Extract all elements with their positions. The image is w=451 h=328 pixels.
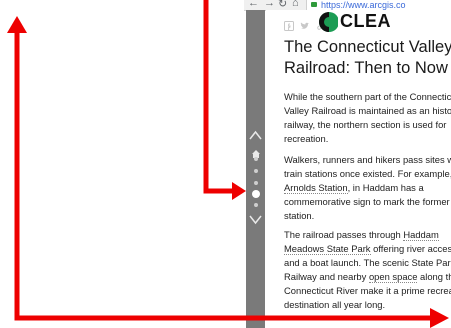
logo-mark-icon xyxy=(319,12,338,32)
address-bar-url: https://www.arcgis.co xyxy=(321,0,406,10)
lock-icon xyxy=(311,2,317,7)
arnolds-station-link[interactable]: Arnolds Station xyxy=(284,182,348,194)
nav-dot[interactable] xyxy=(254,181,258,185)
chevron-up-icon[interactable] xyxy=(249,128,262,142)
open-space-link[interactable]: open space xyxy=(368,271,418,283)
nav-dot-active[interactable] xyxy=(252,190,260,198)
twitter-icon[interactable] xyxy=(300,18,310,29)
arrowhead-up xyxy=(7,16,27,33)
page-title: The Connecticut Valley Railroad: Then to… xyxy=(284,38,451,77)
reload-icon[interactable]: ↻ xyxy=(278,0,287,10)
logo-text: CLEA xyxy=(340,11,391,31)
paragraph-3: The railroad passes through Haddam Meado… xyxy=(284,229,451,310)
brand-logo: CLEA xyxy=(318,10,451,36)
back-icon[interactable]: ← xyxy=(248,0,259,9)
annotation-arrow-to-nav-dot xyxy=(203,0,239,194)
home-icon[interactable]: ⌂ xyxy=(292,0,299,9)
home-icon[interactable] xyxy=(252,145,260,158)
haddam-meadows-link-cont[interactable]: Meadows State Park xyxy=(284,243,371,255)
paragraph-1: While the southern part of the Connectic… xyxy=(284,91,451,144)
story-panel: CLEA The Connecticut Valley Railroad: Th… xyxy=(266,10,451,328)
arrowhead-right-mid xyxy=(232,182,246,200)
nav-dot[interactable] xyxy=(254,157,258,161)
paragraph-2: Walkers, runners and hikers pass sites w… xyxy=(284,154,451,221)
story-nav-rail xyxy=(246,10,265,328)
nav-dot[interactable] xyxy=(254,203,258,207)
haddam-meadows-link[interactable]: Haddam xyxy=(403,229,439,241)
facebook-icon[interactable] xyxy=(284,18,294,31)
chevron-down-icon[interactable] xyxy=(249,213,262,227)
forward-icon[interactable]: → xyxy=(264,0,275,9)
nav-dot[interactable] xyxy=(254,169,258,173)
